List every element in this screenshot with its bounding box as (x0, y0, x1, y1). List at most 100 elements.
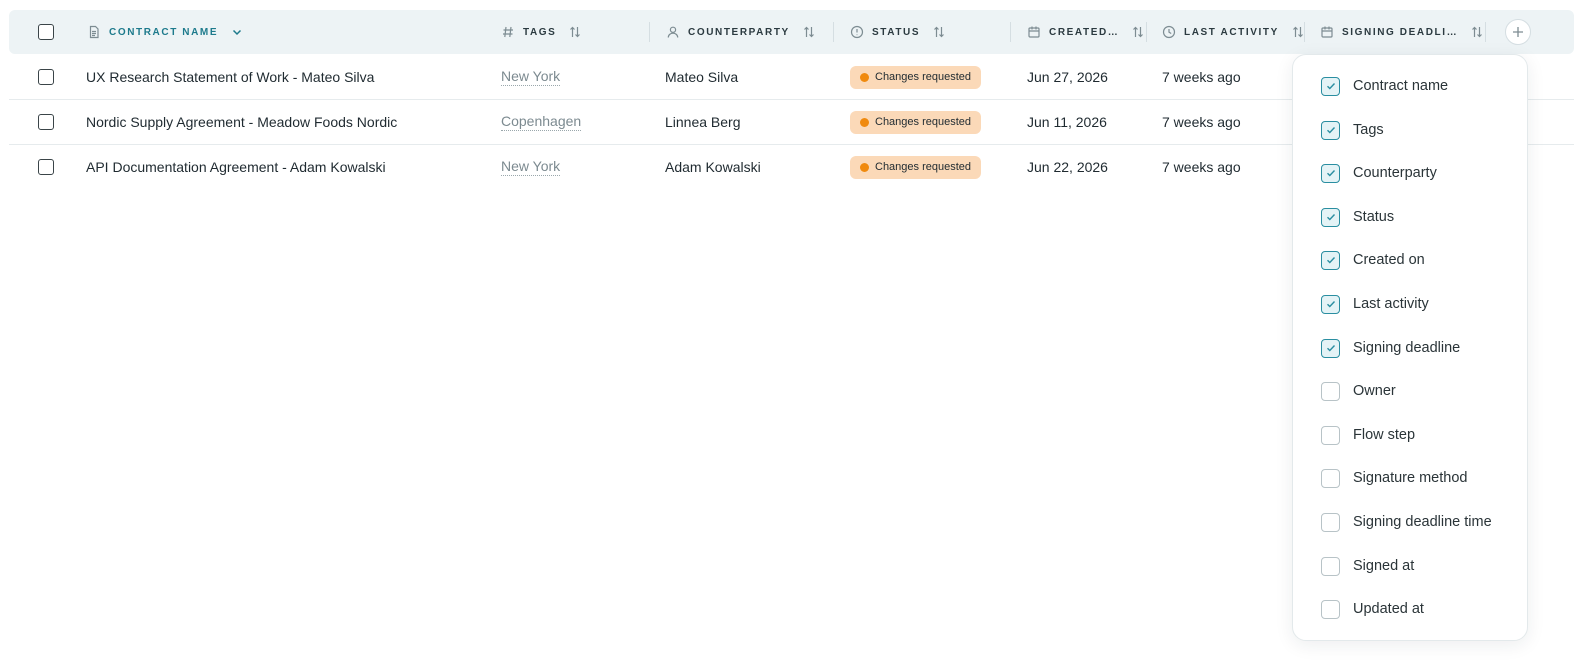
created-cell: Jun 11, 2026 (1027, 114, 1107, 130)
column-label: Counterparty (688, 26, 790, 38)
checkbox-unchecked[interactable] (1321, 468, 1340, 488)
column-label: Status (872, 26, 921, 38)
calendar-icon (1027, 25, 1041, 39)
column-option-label: Counterparty (1353, 165, 1437, 181)
tag-chip[interactable]: Copenhagen (501, 113, 582, 131)
column-label: Tags (523, 26, 557, 38)
contract-name-cell[interactable]: Nordic Supply Agreement - Meadow Foods N… (86, 100, 397, 144)
column-header-signing-deadline[interactable]: Signing deadli… (1320, 10, 1484, 54)
column-visibility-menu: Contract name Tags Counterparty Status C… (1292, 54, 1528, 641)
column-header-contract-name[interactable]: Contract name (87, 10, 244, 54)
sort-arrows-icon[interactable] (1131, 25, 1145, 39)
column-option-signature-method[interactable]: Signature method (1321, 466, 1467, 490)
status-dot-icon (860, 162, 869, 172)
column-option-status[interactable]: Status (1321, 205, 1394, 229)
column-option-label: Tags (1353, 122, 1384, 138)
checkbox-checked[interactable] (1321, 76, 1340, 96)
check-icon (1326, 214, 1335, 221)
column-divider[interactable] (1146, 22, 1147, 42)
check-icon (1326, 257, 1335, 264)
select-all-checkbox[interactable] (38, 24, 54, 40)
check-icon (1326, 83, 1335, 90)
tag-chip[interactable]: New York (501, 68, 561, 86)
last-activity-cell: 7 weeks ago (1162, 159, 1241, 175)
sort-arrows-icon[interactable] (1470, 25, 1484, 39)
plus-icon (1512, 26, 1524, 38)
counterparty-cell: Mateo Silva (665, 69, 739, 85)
column-option-last-activity[interactable]: Last activity (1321, 292, 1429, 316)
created-cell: Jun 22, 2026 (1027, 159, 1108, 175)
column-option-created-on[interactable]: Created on (1321, 248, 1425, 272)
column-option-label: Flow step (1353, 427, 1416, 443)
row-checkbox[interactable] (38, 69, 54, 85)
column-option-label: Signature method (1353, 470, 1468, 486)
column-label: Signing deadli… (1342, 26, 1459, 38)
status-badge: Changes requested (850, 155, 982, 179)
status-cell: Changes requested (850, 145, 982, 189)
last-activity-cell: 7 weeks ago (1162, 69, 1241, 85)
tags-cell: New York (501, 145, 561, 189)
table-header: Contract name Tags Counterparty Status (9, 10, 1574, 54)
column-option-label: Signing deadline (1353, 340, 1461, 356)
status-cell: Changes requested (850, 100, 982, 144)
created-cell: Jun 27, 2026 (1027, 69, 1108, 85)
counterparty-cell: Linnea Berg (665, 114, 741, 130)
column-label: Contract name (109, 26, 219, 38)
clock-icon (1162, 25, 1176, 39)
checkbox-checked[interactable] (1321, 207, 1340, 227)
column-header-tags[interactable]: Tags (501, 10, 582, 54)
last-activity-cell: 7 weeks ago (1162, 114, 1241, 130)
column-option-flow-step[interactable]: Flow step (1321, 423, 1415, 447)
calendar-icon (1320, 25, 1334, 39)
hash-icon (501, 25, 515, 39)
sort-arrows-icon[interactable] (932, 25, 946, 39)
checkbox-checked[interactable] (1321, 338, 1340, 358)
column-header-status[interactable]: Status (850, 10, 946, 54)
checkbox-unchecked[interactable] (1321, 556, 1340, 576)
add-column-button[interactable] (1505, 19, 1531, 45)
sort-arrows-icon[interactable] (568, 25, 582, 39)
sort-arrows-icon[interactable] (1291, 25, 1305, 39)
checkbox-checked[interactable] (1321, 294, 1340, 314)
status-dot-icon (860, 72, 869, 82)
column-label: Created… (1049, 26, 1120, 38)
column-option-updated-at[interactable]: Updated at (1321, 597, 1424, 621)
tag-chip[interactable]: New York (501, 158, 561, 176)
contract-name-cell[interactable]: UX Research Statement of Work - Mateo Si… (86, 55, 374, 99)
checkbox-checked[interactable] (1321, 120, 1340, 140)
check-icon (1326, 345, 1335, 352)
column-option-owner[interactable]: Owner (1321, 379, 1396, 403)
column-divider[interactable] (1304, 22, 1305, 42)
column-option-signing-deadline-time[interactable]: Signing deadline time (1321, 510, 1492, 534)
chevron-down-icon[interactable] (230, 25, 244, 39)
column-option-contract-name[interactable]: Contract name (1321, 74, 1448, 98)
column-divider[interactable] (1010, 22, 1011, 42)
user-icon (666, 25, 680, 39)
column-option-counterparty[interactable]: Counterparty (1321, 161, 1437, 185)
status-badge: Changes requested (850, 110, 982, 134)
checkbox-checked[interactable] (1321, 250, 1340, 270)
column-header-created[interactable]: Created… (1027, 10, 1145, 54)
column-divider[interactable] (649, 22, 650, 42)
row-checkbox[interactable] (38, 114, 54, 130)
column-option-label: Status (1353, 209, 1395, 225)
column-option-signed-at[interactable]: Signed at (1321, 554, 1414, 578)
contract-name-cell[interactable]: API Documentation Agreement - Adam Kowal… (86, 145, 386, 189)
checkbox-unchecked[interactable] (1321, 599, 1340, 619)
column-header-last-activity[interactable]: Last activity (1162, 10, 1305, 54)
checkbox-unchecked[interactable] (1321, 425, 1340, 445)
checkbox-unchecked[interactable] (1321, 512, 1340, 532)
status-label: Changes requested (875, 71, 972, 83)
checkbox-checked[interactable] (1321, 163, 1340, 183)
column-divider[interactable] (833, 22, 834, 42)
column-option-signing-deadline[interactable]: Signing deadline (1321, 336, 1460, 360)
column-header-counterparty[interactable]: Counterparty (666, 10, 816, 54)
check-icon (1326, 301, 1335, 308)
column-divider[interactable] (1485, 22, 1486, 42)
status-cell: Changes requested (850, 55, 982, 99)
sort-arrows-icon[interactable] (802, 25, 816, 39)
column-option-tags[interactable]: Tags (1321, 118, 1384, 142)
checkbox-unchecked[interactable] (1321, 381, 1340, 401)
row-checkbox[interactable] (38, 159, 54, 175)
column-option-label: Created on (1353, 252, 1425, 268)
